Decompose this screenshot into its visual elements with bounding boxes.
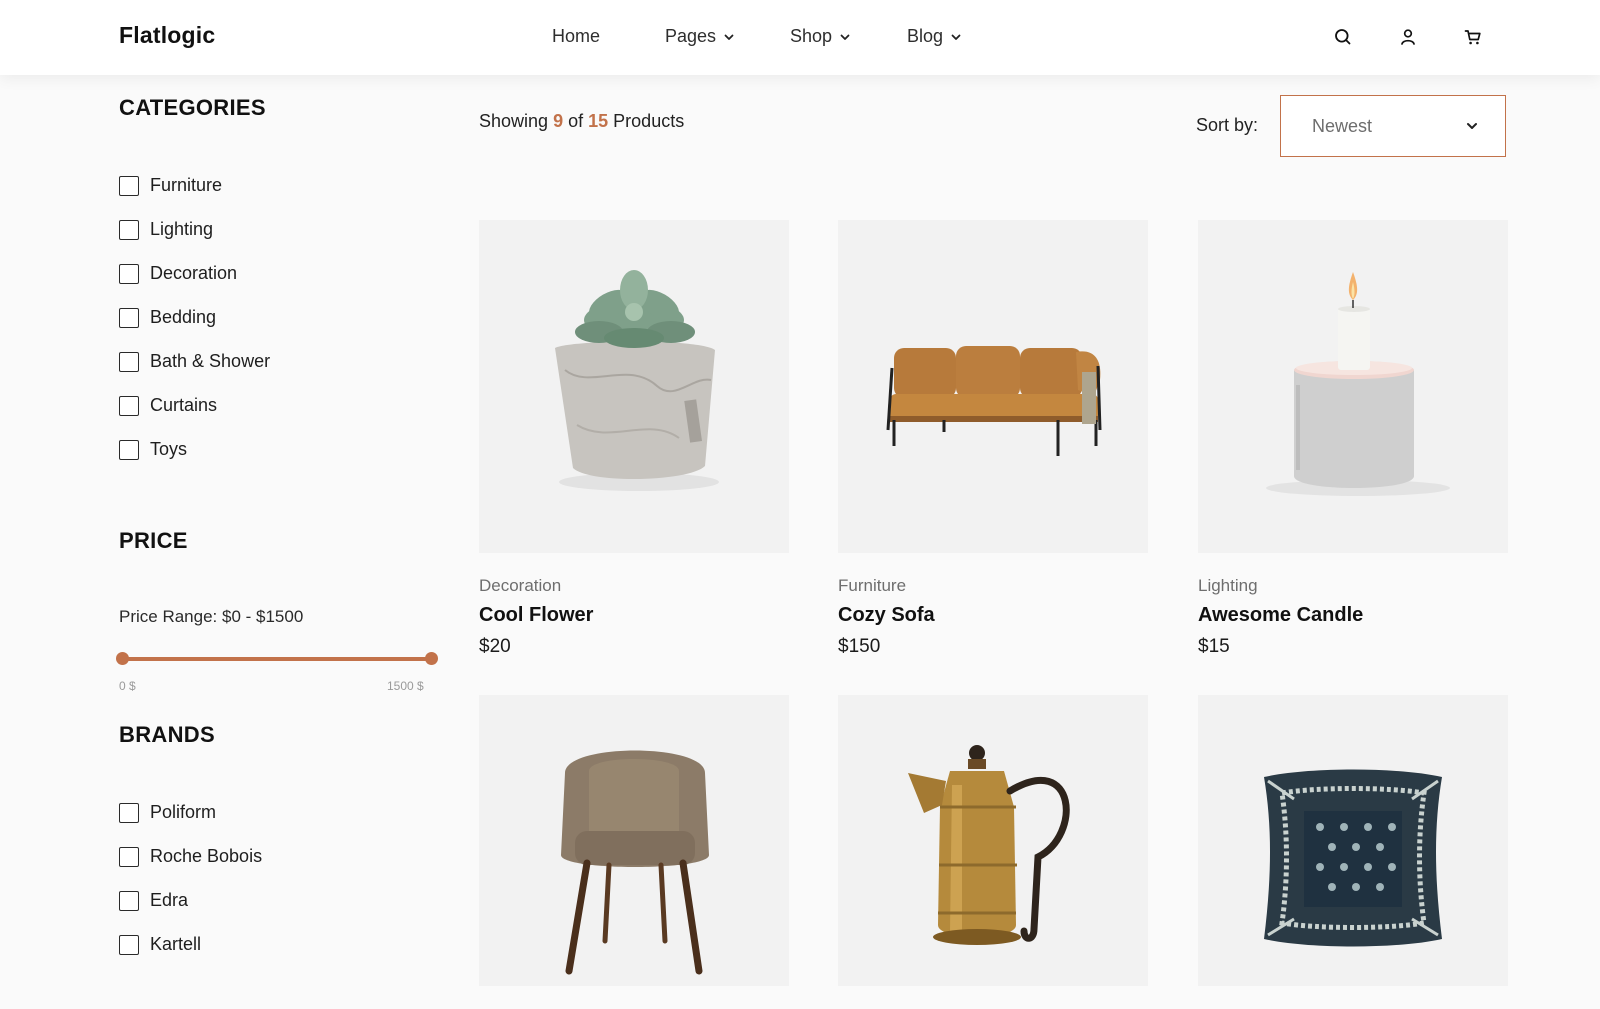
brands-title: BRANDS	[119, 722, 215, 747]
chevron-down-icon	[724, 34, 734, 40]
logo[interactable]: Flatlogic	[119, 22, 215, 49]
sort-select[interactable]: Newest	[1280, 95, 1506, 157]
showing-suffix: Products	[613, 111, 685, 131]
category-curtains[interactable]: Curtains	[119, 395, 217, 416]
category-label: Curtains	[150, 395, 218, 415]
brand-edra[interactable]: Edra	[119, 890, 188, 911]
product-card[interactable]: Furniture Cozy Sofa $150	[838, 220, 1148, 658]
product-image-sofa[interactable]	[838, 220, 1148, 553]
category-label: Lighting	[150, 219, 214, 239]
category-furniture[interactable]: Furniture	[119, 175, 222, 196]
product-name[interactable]: Cool Flower	[479, 604, 789, 627]
succulent-pot-image	[555, 270, 719, 491]
nav-blog[interactable]: Blog	[907, 26, 962, 47]
product-category: Decoration	[479, 576, 562, 595]
product-image-pillow[interactable]	[1198, 695, 1508, 986]
results-count: Showing 9 of 15 Products	[479, 111, 684, 132]
nav-pages[interactable]: Pages	[665, 26, 735, 47]
product-card[interactable]: Lighting Awesome Candle $15	[1198, 220, 1508, 658]
brand-label: Poliform	[150, 802, 217, 822]
product-category: Lighting	[1198, 576, 1258, 595]
category-label: Bedding	[150, 307, 217, 327]
product-card[interactable]	[1198, 695, 1508, 1009]
nav-blog-label: Blog	[907, 26, 944, 46]
checkbox[interactable]	[119, 219, 139, 240]
checkbox[interactable]	[119, 307, 139, 328]
product-price: $20	[479, 636, 511, 657]
kettle-image	[908, 745, 1070, 945]
checkbox[interactable]	[119, 934, 139, 955]
price-title: PRICE	[119, 528, 188, 553]
showing-total: 15	[588, 111, 609, 131]
sort-value: Newest	[1312, 116, 1373, 136]
brand-roche-bobois[interactable]: Roche Bobois	[119, 846, 262, 867]
showing-of: of	[568, 111, 584, 131]
price-min-label: 0 $	[119, 679, 136, 693]
checkbox[interactable]	[119, 890, 139, 911]
chevron-down-icon	[951, 34, 961, 40]
chevron-down-icon	[1467, 123, 1477, 129]
product-price: $150	[838, 636, 881, 657]
product-image-armchair[interactable]	[479, 695, 789, 986]
site-header: Flatlogic Home Pages Shop Blog	[0, 0, 1600, 75]
category-bedding[interactable]: Bedding	[119, 307, 216, 328]
product-card[interactable]	[479, 695, 789, 1009]
price-max-label: 1500 $	[387, 679, 424, 693]
candle-image	[1266, 272, 1450, 496]
checkbox[interactable]	[119, 439, 139, 460]
checkbox[interactable]	[119, 263, 139, 284]
price-slider-min-handle[interactable]	[116, 652, 129, 665]
category-label: Furniture	[150, 175, 223, 195]
brand-label: Roche Bobois	[150, 846, 263, 866]
pillow-image	[1264, 769, 1442, 947]
category-bath-shower[interactable]: Bath & Shower	[119, 351, 270, 372]
category-toys[interactable]: Toys	[119, 439, 187, 460]
nav-home[interactable]: Home	[552, 26, 600, 47]
product-name[interactable]: Awesome Candle	[1198, 604, 1508, 627]
sort-label: Sort by:	[1196, 115, 1259, 135]
brand-label: Kartell	[150, 934, 202, 954]
checkbox[interactable]	[119, 351, 139, 372]
nav-shop[interactable]: Shop	[790, 26, 851, 47]
price-range-text: Price Range: $0 - $1500	[119, 607, 304, 626]
checkbox[interactable]	[119, 395, 139, 416]
chevron-down-icon	[840, 34, 850, 40]
category-lighting[interactable]: Lighting	[119, 219, 213, 240]
showing-count: 9	[553, 111, 564, 131]
sofa-image	[886, 346, 1102, 456]
category-label: Decoration	[150, 263, 238, 283]
category-decoration[interactable]: Decoration	[119, 263, 237, 284]
brand-kartell[interactable]: Kartell	[119, 934, 201, 955]
categories-title: CATEGORIES	[119, 95, 266, 120]
search-icon[interactable]	[1333, 27, 1353, 47]
category-label: Bath & Shower	[150, 351, 271, 371]
nav-shop-label: Shop	[790, 26, 833, 46]
price-slider-max-handle[interactable]	[425, 652, 438, 665]
product-name[interactable]: Cozy Sofa	[838, 604, 1148, 627]
product-image-succulent[interactable]	[479, 220, 789, 553]
brand-label: Edra	[150, 890, 189, 910]
nav-pages-label: Pages	[665, 26, 717, 46]
armchair-image	[561, 750, 709, 975]
checkbox[interactable]	[119, 802, 139, 823]
cart-icon[interactable]	[1463, 27, 1483, 47]
user-icon[interactable]	[1398, 27, 1418, 47]
price-slider-track[interactable]	[122, 657, 432, 661]
checkbox[interactable]	[119, 175, 139, 196]
product-image-kettle[interactable]	[838, 695, 1148, 986]
product-image-candle[interactable]	[1198, 220, 1508, 553]
product-card[interactable]	[838, 695, 1148, 1009]
product-card[interactable]: Decoration Cool Flower $20	[479, 220, 789, 658]
brand-poliform[interactable]: Poliform	[119, 802, 216, 823]
nav-home-label: Home	[552, 26, 601, 46]
showing-prefix: Showing	[479, 111, 549, 131]
product-category: Furniture	[838, 576, 907, 595]
category-label: Toys	[150, 439, 188, 459]
checkbox[interactable]	[119, 846, 139, 867]
product-price: $15	[1198, 636, 1230, 657]
